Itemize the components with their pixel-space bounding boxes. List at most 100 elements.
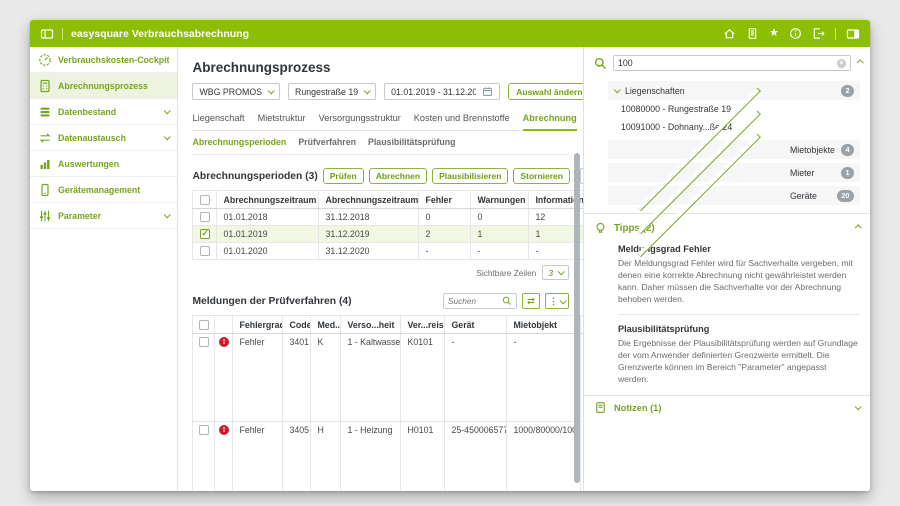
column-header: Gerät: [445, 316, 507, 334]
column-header: Mieter: [581, 316, 583, 334]
notes-title: Notizen (1): [614, 403, 848, 413]
app-window: easysquare Verbrauchsabrechnung ★: [30, 20, 870, 491]
panel-search-input[interactable]: [618, 58, 837, 68]
collapse-chevron-up-icon: [855, 224, 862, 231]
messages-search: [443, 293, 517, 309]
tips-section: Tipps (2) Meldungsgrad Fehler Der Meldun…: [584, 213, 870, 385]
row-checkbox[interactable]: [200, 246, 210, 256]
visible-rows-value: 3: [548, 268, 553, 278]
home-icon[interactable]: [723, 27, 736, 40]
tip-body: Der Meldungsgrad Fehler wird für Sachver…: [618, 257, 858, 305]
table-row[interactable]: ! Fehler 3405 H 1 - Heizung H0101 25-450…: [193, 422, 583, 491]
topbar: easysquare Verbrauchsabrechnung ★: [30, 20, 870, 47]
logout-icon[interactable]: [812, 27, 825, 40]
tab-mietstruktur[interactable]: Mietstruktur: [258, 109, 306, 130]
tab-abrechnung[interactable]: Abrechnung: [523, 109, 577, 131]
collapse-chevron-up-icon[interactable]: [857, 59, 864, 66]
sidebar-item-label: Datenbestand: [58, 107, 158, 117]
cell-versorgungskreis: H0101: [401, 422, 445, 491]
sidebar-item-auswertungen[interactable]: Auswertungen: [30, 151, 177, 177]
calculator-icon: [38, 79, 52, 93]
tip-title: Plausibilitätsprüfung: [618, 324, 858, 334]
table-row[interactable]: 01.01.2020 31.12.2020 - - - - Nein: [193, 243, 583, 260]
subtab-pruefverfahren[interactable]: Prüfverfahren: [298, 137, 356, 147]
row-checkbox[interactable]: [199, 425, 209, 435]
sidebar-toggle-icon[interactable]: [40, 27, 54, 41]
period-date-field[interactable]: 01.01.2019 - 31.12.2019: [384, 83, 500, 100]
column-header: Ver...reis: [401, 316, 445, 334]
sidebar-item-label: Verbrauchskosten-Cockpit: [58, 55, 169, 65]
sidebar-item-datenaustausch[interactable]: Datenaustausch: [30, 125, 177, 151]
subtab-abrechnungsperioden[interactable]: Abrechnungsperioden: [192, 137, 286, 147]
sidebar-item-abrechnungsprozess[interactable]: Abrechnungsprozess: [30, 73, 177, 99]
select-all-checkbox[interactable]: [199, 320, 209, 330]
property-select[interactable]: Rungestraße 19: [288, 83, 376, 100]
cell-bis: 31.12.2019: [319, 226, 419, 243]
stornieren-button[interactable]: Stornieren: [513, 168, 570, 184]
row-checkbox[interactable]: [199, 337, 209, 347]
sidebar: Verbrauchskosten-Cockpit Abrechnungsproz…: [30, 47, 178, 491]
abrechnen-button[interactable]: Abrechnen: [369, 168, 427, 184]
column-header: Fehlergrad: [233, 316, 283, 334]
refresh-button[interactable]: ⇄: [522, 293, 540, 309]
chevron-down-icon: [164, 133, 171, 140]
tab-liegenschaft[interactable]: Liegenschaft: [192, 109, 244, 130]
column-header: Abrechnungszeitraum bis: [319, 191, 419, 209]
cell-von: 01.01.2020: [217, 243, 319, 260]
row-checkbox-checked[interactable]: [200, 229, 210, 239]
gauge-icon: [38, 53, 52, 67]
modules-icon[interactable]: [746, 27, 759, 40]
tab-kosten-und-brennstoffe[interactable]: Kosten und Brennstoffe: [414, 109, 510, 130]
tree-group-label: Mietobjekte: [790, 145, 835, 155]
table-row-selected[interactable]: 01.01.2019 31.12.2019 2 1 1 2 Nein: [193, 226, 583, 243]
panel-layout-icon[interactable]: [846, 27, 860, 41]
tip-divider: [618, 314, 860, 315]
more-menu-button[interactable]: ⋮: [545, 293, 569, 309]
table-row[interactable]: ! Fehler 3401 K 1 - Kaltwasser K0101 - -…: [193, 334, 583, 422]
tab-versorgungsstruktur[interactable]: Versorgungsstruktur: [319, 109, 401, 130]
database-icon: [38, 105, 52, 119]
favorites-star-icon[interactable]: ★: [769, 28, 779, 39]
search-icon[interactable]: [502, 296, 512, 306]
calendar-icon: [482, 86, 493, 97]
periods-table: Abrechnungszeitraum von Abrechnungszeitr…: [192, 190, 582, 260]
select-all-checkbox[interactable]: [200, 195, 210, 205]
main-content: Abrechnungsprozess WBG PROMOS Rungestraß…: [178, 47, 582, 491]
tree-group-mieter[interactable]: Mieter 1: [608, 163, 860, 182]
plausibilisieren-button[interactable]: Plausibilisieren: [432, 168, 508, 184]
tips-header[interactable]: Tipps (2): [594, 222, 860, 235]
tree-group-liegenschaften[interactable]: Liegenschaften 2: [608, 81, 860, 100]
sidebar-item-geraetemanagement[interactable]: Gerätemanagement: [30, 177, 177, 203]
count-badge: 2: [841, 85, 854, 97]
cell-geraet: 25-450006577: [445, 422, 507, 491]
search-icon[interactable]: [594, 57, 607, 70]
sidebar-item-verbrauchskosten-cockpit[interactable]: Verbrauchskosten-Cockpit: [30, 47, 177, 73]
periods-section-header: Abrechnungsperioden (3) Prüfen Abrechnen…: [192, 168, 568, 184]
tip-item: Plausibilitätsprüfung Die Ergebnisse der…: [618, 324, 858, 385]
column-header: Med...: [311, 316, 341, 334]
messages-search-input[interactable]: [448, 296, 499, 306]
cell-versorgungseinheit: 1 - Kaltwasser: [341, 334, 401, 422]
visible-rows-select[interactable]: 3: [542, 265, 569, 280]
cell-von: 01.01.2018: [217, 209, 319, 226]
chevron-down-icon: [855, 404, 862, 411]
row-checkbox[interactable]: [200, 212, 210, 222]
client-select[interactable]: WBG PROMOS: [192, 83, 280, 100]
subtab-plausibilitaetspruefung[interactable]: Plausibilitätsprüfung: [368, 137, 455, 147]
info-icon[interactable]: [789, 27, 802, 40]
sidebar-item-parameter[interactable]: Parameter: [30, 203, 177, 229]
periods-section-title: Abrechnungsperioden (3): [192, 171, 317, 182]
change-selection-button[interactable]: Auswahl ändern: [508, 83, 583, 100]
column-header: Mietobjekt: [507, 316, 581, 334]
app-title: easysquare Verbrauchsabrechnung: [71, 28, 249, 40]
clear-icon[interactable]: ×: [837, 59, 846, 68]
notes-section-header[interactable]: Notizen (1): [584, 395, 870, 419]
pruefen-button[interactable]: Prüfen: [323, 168, 364, 184]
table-row[interactable]: 01.01.2018 31.12.2018 0 0 12 10 Ja: [193, 209, 583, 226]
cell-mieter: -: [581, 422, 583, 491]
chevron-down-icon: [164, 107, 171, 114]
sidebar-item-datenbestand[interactable]: Datenbestand: [30, 99, 177, 125]
kebab-icon: ⋮: [549, 296, 558, 307]
cell-fehlergrad: Fehler: [233, 334, 283, 422]
vertical-scrollbar[interactable]: [574, 153, 580, 483]
